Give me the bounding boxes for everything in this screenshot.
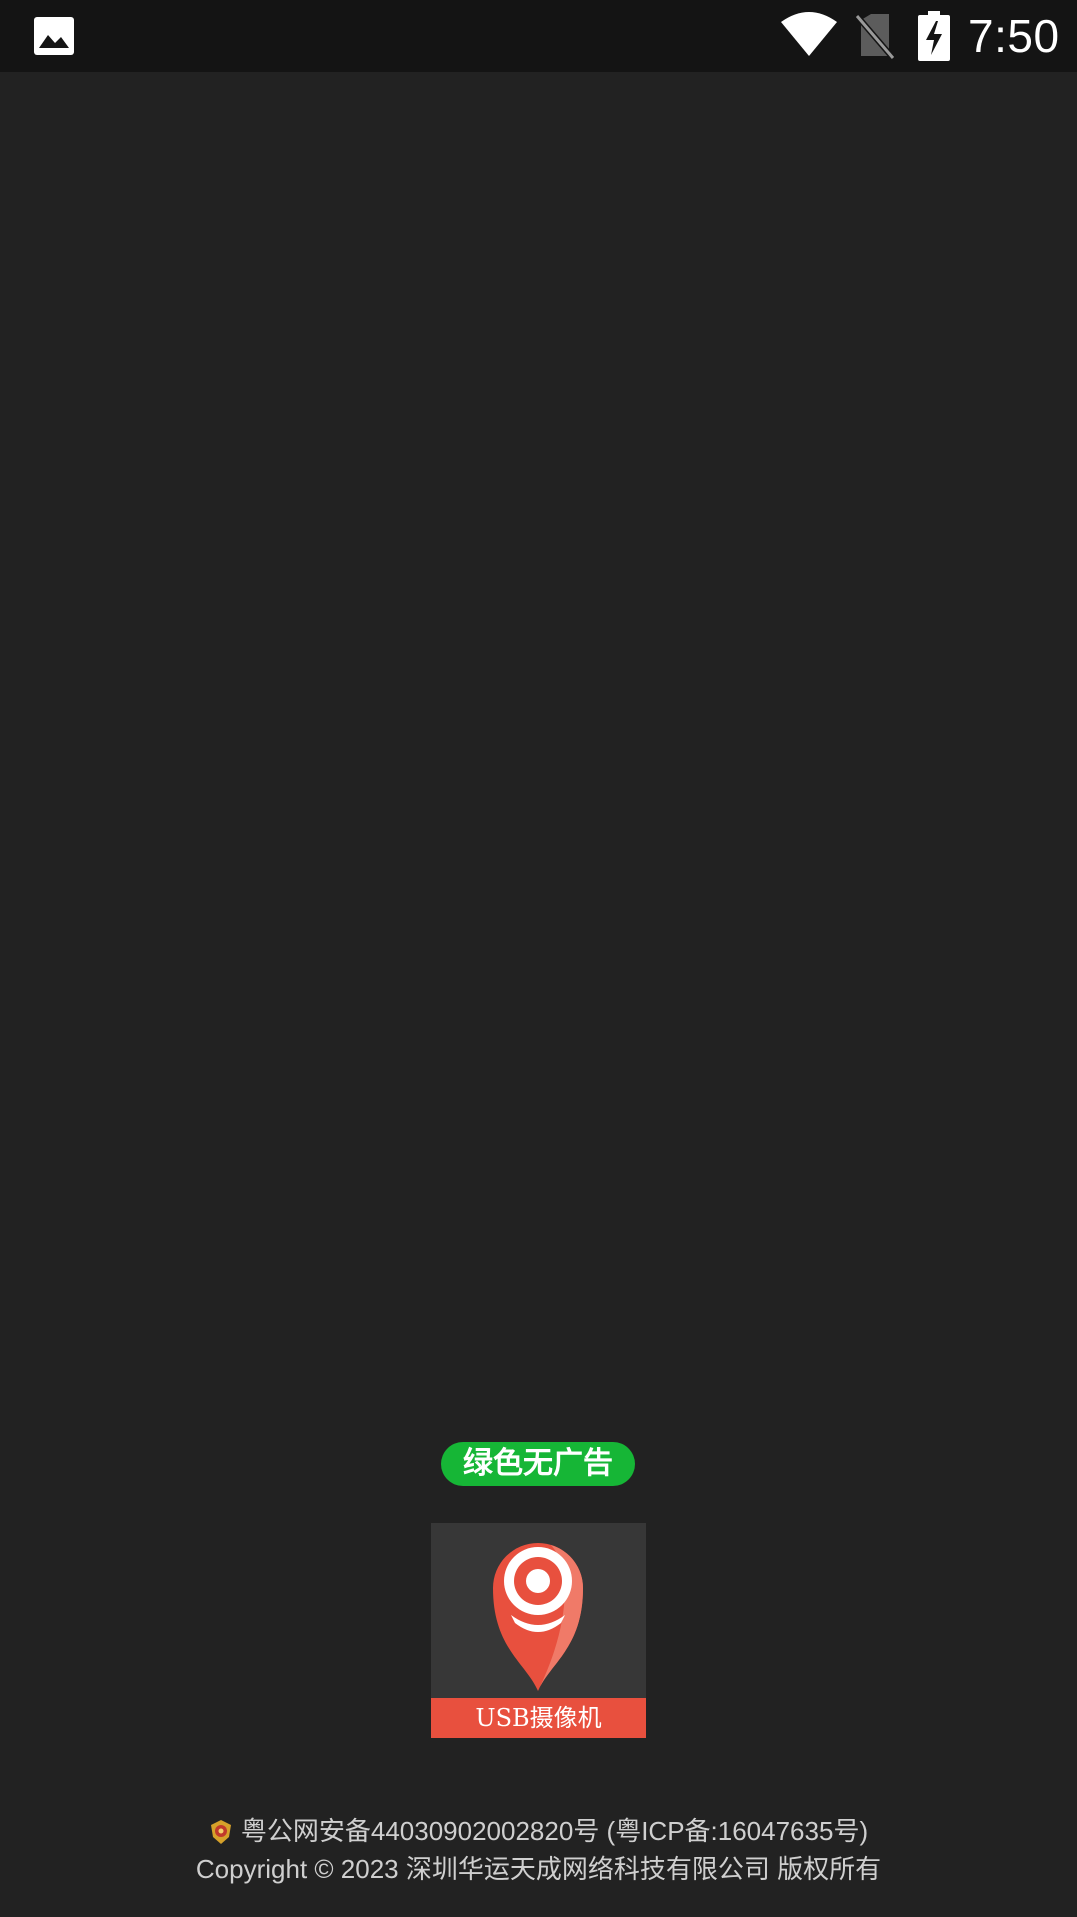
police-badge-icon bbox=[210, 1820, 231, 1844]
no-sim-icon bbox=[855, 14, 895, 60]
copyright-text: Copyright © 2023 深圳华运天成网络科技有限公司 版权所有 bbox=[195, 1854, 882, 1884]
logo-label: USB摄像机 bbox=[431, 1698, 646, 1738]
status-time: 7:50 bbox=[968, 10, 1060, 62]
registration-text: 粤公网安备44030902002820号 (粤ICP备:16047635号) bbox=[0, 1812, 1077, 1850]
app-logo: USB摄像机 bbox=[431, 1523, 646, 1738]
camera-pin-icon bbox=[493, 1543, 583, 1691]
gallery-icon bbox=[34, 17, 74, 55]
wifi-icon bbox=[781, 12, 837, 56]
battery-charging-icon bbox=[918, 11, 950, 61]
status-bar: 7:50 bbox=[0, 0, 1077, 72]
registration-label: 粤公网安备44030902002820号 (粤ICP备:16047635号) bbox=[240, 1816, 869, 1846]
ad-free-badge: 绿色无广告 bbox=[441, 1442, 635, 1486]
